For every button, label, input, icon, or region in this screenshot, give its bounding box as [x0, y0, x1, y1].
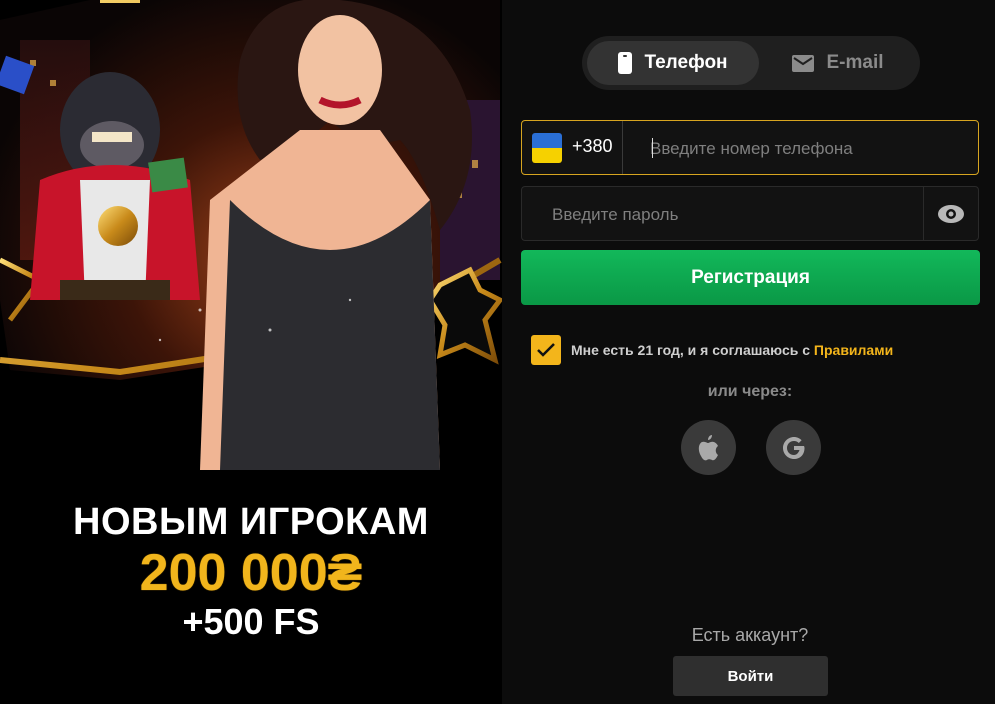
login-button[interactable]: Войти: [673, 656, 828, 696]
apple-icon: [698, 434, 718, 460]
text-caret: [652, 138, 653, 158]
phone-icon: [618, 52, 633, 74]
tab-phone[interactable]: Телефон: [587, 41, 759, 85]
age-agreement: Мне есть 21 год, и я соглашаюсь с Правил…: [531, 335, 893, 365]
password-field: [521, 186, 979, 242]
promo-artwork: [0, 0, 502, 480]
country-selector[interactable]: +380: [522, 121, 623, 174]
google-icon: [782, 436, 804, 459]
ukraine-flag-icon: [532, 133, 562, 163]
tab-email[interactable]: E-mail: [762, 41, 914, 85]
auth-method-tabs: Телефон E-mail: [582, 36, 920, 90]
agreement-checkbox[interactable]: [531, 335, 561, 365]
country-code: +380: [572, 136, 613, 156]
tab-phone-label: Телефон: [644, 52, 728, 73]
apple-login-button[interactable]: [681, 420, 736, 475]
agreement-text: Мне есть 21 год, и я соглашаюсь с: [571, 342, 814, 358]
eye-icon[interactable]: [923, 187, 978, 240]
tab-email-label: E-mail: [826, 52, 884, 73]
check-icon: [537, 343, 555, 357]
mail-icon: [792, 54, 815, 72]
promo-free-spins: +500 FS: [182, 601, 320, 642]
registration-form: Телефон E-mail +380 Введите номер телефо…: [502, 0, 995, 704]
have-account-prompt: Есть аккаунт?: [691, 625, 809, 645]
social-label: или через:: [707, 383, 793, 400]
promo-title: НОВЫМ ИГРОКАМ: [73, 501, 429, 543]
promo-banner: НОВЫМ ИГРОКАМ 200 000₴ +500 FS: [0, 0, 502, 704]
phone-field: +380: [521, 120, 992, 176]
promo-amount: 200 000₴: [139, 544, 363, 602]
password-input[interactable]: [522, 187, 954, 242]
register-button[interactable]: Регистрация: [521, 250, 980, 305]
rules-link[interactable]: Правилами: [814, 342, 893, 358]
phone-input[interactable]: [626, 121, 992, 176]
google-login-button[interactable]: [766, 420, 821, 475]
